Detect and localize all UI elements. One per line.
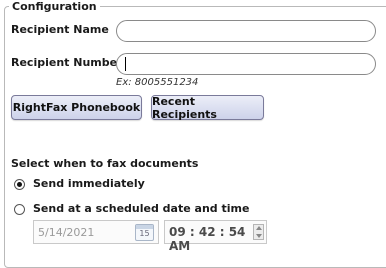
calendar-day: 15: [139, 229, 150, 238]
time-spinner[interactable]: [253, 224, 264, 240]
send-immediately-label[interactable]: Send immediately: [33, 177, 145, 190]
calendar-icon[interactable]: 15: [135, 224, 154, 241]
schedule-time-text: 09 : 42 : 54 AM: [169, 225, 246, 253]
recipient-number-label: Recipient Number: [11, 56, 123, 69]
schedule-date-text: 5/14/2021: [38, 226, 95, 239]
configuration-title: Configuration: [9, 0, 100, 13]
recent-recipients-button[interactable]: Recent Recipients: [151, 95, 264, 121]
recipient-name-field[interactable]: [116, 20, 376, 42]
recipient-number-hint: Ex: 8005551234: [116, 77, 199, 88]
send-immediately-radio[interactable]: [14, 179, 25, 190]
radio-selected-dot: [17, 182, 22, 187]
text-caret: [125, 57, 126, 71]
send-scheduled-label[interactable]: Send at a scheduled date and time: [33, 202, 249, 215]
spinner-up-icon[interactable]: [256, 226, 262, 230]
rightfax-phonebook-button[interactable]: RightFax Phonebook: [11, 95, 142, 120]
schedule-time-picker[interactable]: 09 : 42 : 54 AM: [164, 220, 267, 253]
schedule-heading: Select when to fax documents: [11, 157, 199, 170]
send-scheduled-radio[interactable]: [14, 204, 25, 215]
recipient-number-field[interactable]: [116, 53, 376, 75]
recipient-name-label: Recipient Name: [11, 23, 109, 36]
schedule-date-picker[interactable]: 5/14/2021 15: [33, 220, 159, 244]
spinner-down-icon[interactable]: [256, 234, 262, 238]
